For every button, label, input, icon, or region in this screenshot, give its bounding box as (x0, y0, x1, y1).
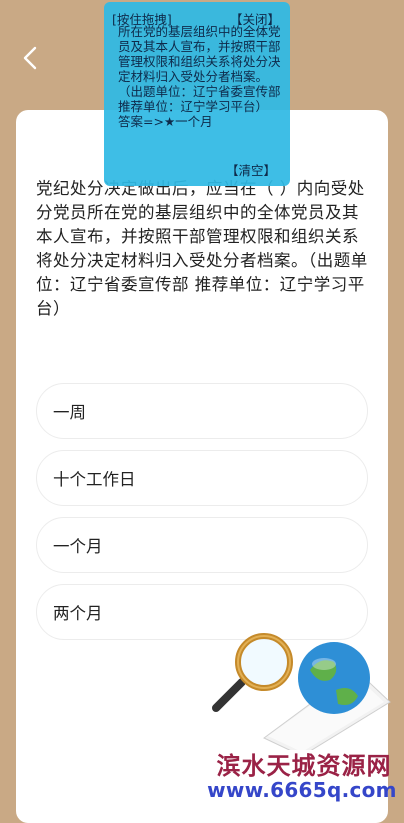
panel-question-excerpt: 所在党的基层组织中的全体党员及其本人宣布，并按照干部管理权限和组织关系将处分决定… (118, 24, 281, 114)
answer-helper-panel[interactable]: [按住拖拽] 【关闭】 所在党的基层组织中的全体党员及其本人宣布，并按照干部管理… (104, 2, 290, 186)
watermark-url: www.6665q.com (207, 778, 397, 802)
question-text: 党纪处分决定做出后，应当在（ ）内向受处分党员所在党的基层组织中的全体党员及其本… (36, 179, 368, 318)
option-a[interactable]: 一周 (36, 383, 368, 439)
option-c[interactable]: 一个月 (36, 517, 368, 573)
back-button[interactable] (18, 44, 42, 72)
option-label: 两个月 (53, 604, 103, 623)
option-label: 一周 (53, 403, 86, 422)
magnifier-globe-logo (212, 633, 391, 750)
option-b[interactable]: 十个工作日 (36, 450, 368, 506)
panel-answer: 答案=>★一个月 (118, 114, 213, 129)
option-label: 十个工作日 (53, 470, 136, 489)
option-label: 一个月 (53, 537, 103, 556)
watermark-site-name: 滨水天城资源网 (216, 751, 392, 780)
chevron-left-icon (23, 46, 37, 70)
clear-button[interactable]: 【清空】 (226, 163, 276, 178)
